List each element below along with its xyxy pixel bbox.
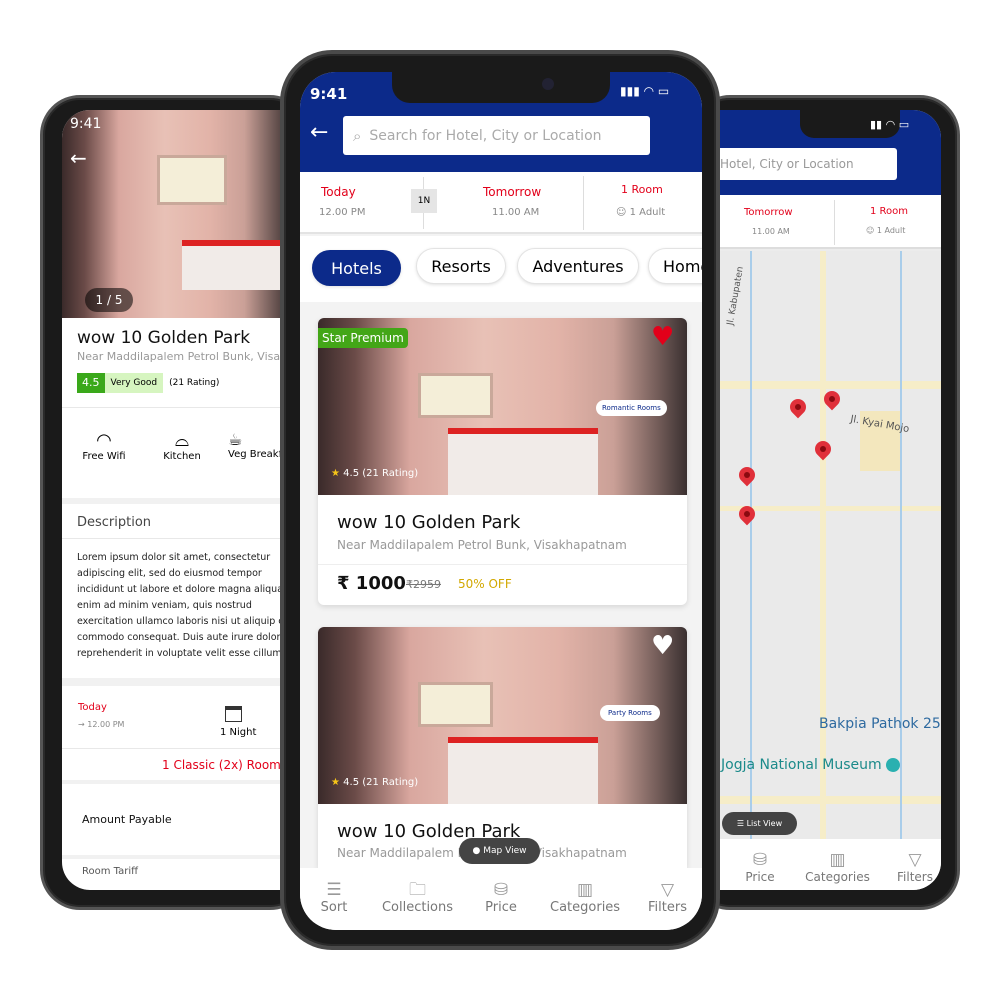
search-input[interactable]: ⌕ Search for Hotel, City or Location — [343, 116, 650, 155]
hotel-address: Near Maddilapalem Petrol Bunk, Visakhapa… — [77, 350, 290, 363]
map-screen: ▮▮ ◠ ▭ Hotel, City or Location Tomorrow … — [720, 110, 941, 890]
hotel-title: wow 10 Golden Park — [77, 328, 251, 348]
checkin-time: → 12.00 PM — [78, 720, 125, 729]
description-title: Description — [77, 515, 152, 530]
poi-label: Bakpia Pathok 25 — [819, 716, 941, 732]
list-view-button[interactable]: ☰ List View — [722, 812, 797, 835]
nav-price[interactable]: ⛁ Price — [480, 880, 522, 915]
rooms: 1 Room — [870, 206, 909, 217]
price: ₹ 1000 — [337, 573, 406, 594]
discount: 50% OFF — [458, 577, 512, 591]
room-tag: Romantic Rooms — [596, 400, 667, 416]
nights: 1 Night — [220, 727, 257, 738]
checkout-time: 11.00 AM — [492, 207, 540, 218]
hotel-detail-screen: 9:41 ← 1 / 5 wow 10 Golden Park Near Mad… — [62, 110, 290, 890]
guests: ☺ 1 Adult — [866, 226, 906, 235]
chip-adventures[interactable]: Adventures — [517, 248, 639, 284]
checkin-time: 12.00 PM — [319, 207, 366, 218]
map-view-button[interactable]: ● Map View — [459, 838, 540, 864]
nav-categories[interactable]: ▥ Categories — [805, 850, 870, 884]
folder-icon: 🗀 — [409, 880, 426, 900]
room-summary: 1 Classic (2x) Room, 1 Adult — [162, 758, 290, 772]
list-icon: ☰ — [326, 880, 342, 900]
cloche-icon: ⌓ — [174, 430, 190, 451]
hotel-pin[interactable] — [786, 395, 810, 419]
calendar-icon — [225, 706, 242, 722]
hotel-card[interactable]: Star Premium ♥ Romantic Rooms ★ 4.5 (21 … — [318, 318, 687, 605]
building-icon: ▥ — [576, 880, 594, 900]
hotel-pin[interactable] — [811, 437, 835, 461]
back-arrow-icon[interactable]: ← — [70, 146, 87, 170]
chip-resorts[interactable]: Resorts — [416, 248, 506, 284]
divider — [62, 407, 290, 408]
card-rating: ★ 4.5 (21 Rating) — [331, 468, 419, 479]
street-label: Jl. Kabupaten — [725, 265, 746, 327]
star-icon: ★ — [331, 777, 340, 788]
hotel-photo[interactable] — [62, 110, 290, 318]
status-icons: ▮▮ ◠ ▭ — [870, 118, 910, 131]
nav-categories[interactable]: ▥ Categories — [550, 880, 620, 915]
description-text: Lorem ipsum dolor sit amet, consectetur … — [77, 552, 290, 659]
photo-counter: 1 / 5 — [85, 288, 133, 312]
building-icon: ▥ — [829, 850, 846, 870]
chip-hotels[interactable]: Hotels — [312, 250, 401, 286]
search-icon: ⌕ — [353, 126, 362, 145]
date-row[interactable] — [300, 172, 702, 234]
hotel-name: wow 10 Golden Park — [337, 512, 521, 533]
museum-icon — [886, 758, 901, 772]
map-pin-icon: ● — [472, 846, 481, 856]
nav-filters[interactable]: ▽ Filters — [895, 850, 935, 884]
bottom-nav: ☰ Sort 🗀 Collections ⛁ Price ▥ Categories ▽ F… — [300, 868, 702, 930]
filter-icon: ▽ — [908, 850, 922, 870]
checkin-day: Today — [321, 185, 356, 199]
date-row[interactable] — [720, 195, 941, 249]
favorite-heart-icon[interactable]: ♥ — [651, 631, 674, 661]
nav-sort[interactable]: ☰ Sort — [314, 880, 354, 915]
map[interactable]: Jl. Kabupaten Jl. Kyai Mojo Bakpia Patho… — [720, 251, 941, 839]
person-icon: ☺ — [616, 207, 627, 218]
nav-price[interactable]: ⛁ Price — [740, 850, 780, 884]
status-time: 9:41 — [70, 116, 102, 132]
rating-count: (21 Rating) — [169, 378, 220, 388]
hotel-card[interactable]: ♥ Party Rooms ★ 4.5 (21 Rating) wow 10 G… — [318, 627, 687, 868]
coins-icon: ⛁ — [752, 850, 768, 870]
rating-score: 4.5 — [77, 373, 105, 393]
hotel-pin[interactable] — [735, 463, 759, 487]
premium-badge: Star Premium — [318, 328, 408, 348]
filter-icon: ▽ — [660, 880, 675, 900]
checkout-day: Tomorrow — [744, 207, 793, 218]
room-tariff-label: Room Tariff — [82, 866, 139, 877]
camera — [542, 78, 554, 90]
divider — [62, 498, 290, 504]
status-icons: ▮▮▮ ◠ ▭ — [620, 84, 670, 98]
favorite-heart-icon[interactable]: ♥ — [651, 322, 674, 352]
nav-collections[interactable]: 🗀 Collections — [380, 880, 455, 915]
guests: ☺ 1 Adult — [616, 207, 666, 218]
rating-label: Very Good — [104, 373, 164, 393]
chip-homestays[interactable]: Homestays — [648, 248, 702, 284]
amenity-wifi: ◠ Free Wifi — [74, 430, 134, 462]
card-rating: ★ 4.5 (21 Rating) — [331, 777, 419, 788]
hotel-address: Near Maddilapalem Petrol Bunk, Visakhapa… — [337, 538, 627, 552]
back-arrow-icon[interactable]: ← — [310, 120, 328, 145]
checkout-time: 11.00 AM — [752, 227, 790, 236]
checkin-day: Today — [78, 702, 107, 713]
rooms: 1 Room — [621, 183, 663, 196]
status-time: 9:41 — [310, 85, 348, 103]
poi-label: Jogja National Museum — [721, 757, 901, 773]
rating-badge: 4.5 Very Good (21 Rating) — [77, 373, 219, 393]
old-price: ₹2959 — [406, 578, 441, 591]
nights-badge: 1N — [411, 189, 437, 213]
star-icon: ★ — [331, 468, 340, 479]
checkout-day: Tomorrow — [483, 185, 542, 199]
search-input[interactable]: Hotel, City or Location — [720, 148, 897, 180]
wifi-icon: ◠ — [96, 430, 112, 451]
amenity-kitchen: ⌓ Kitchen — [152, 430, 212, 462]
amount-payable-label: Amount Payable — [82, 813, 172, 826]
category-chips: Hotels Resorts Adventures Homestays — [300, 236, 702, 296]
nav-filters[interactable]: ▽ Filters — [645, 880, 690, 915]
coins-icon: ⛁ — [493, 880, 509, 900]
room-tag: Party Rooms — [600, 705, 660, 721]
